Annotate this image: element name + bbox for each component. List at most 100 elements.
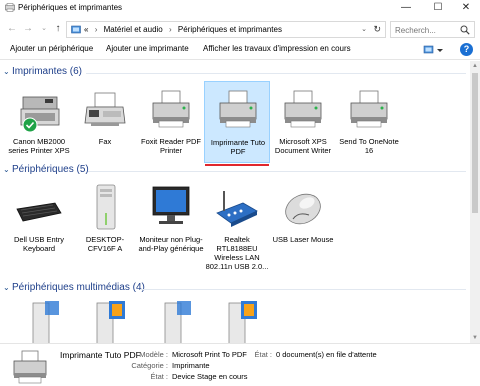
device-label: Imprimante Tuto PDF <box>210 138 266 156</box>
address-bar[interactable]: « › Matériel et audio › Périphériques et… <box>66 21 386 38</box>
minimize-icon: — <box>401 2 411 13</box>
device-label: Send To OneNote 16 <box>339 137 399 155</box>
close-button[interactable]: ✕ <box>452 0 480 15</box>
add-device-button[interactable]: Ajouter un périphérique <box>10 44 93 53</box>
recent-locations-button[interactable]: ⌄ <box>38 22 50 36</box>
device-label: DESKTOP-CFV16F A <box>85 235 125 253</box>
device-tile[interactable]: Realtek RTL8188EU Wireless LAN 802.11n U… <box>204 183 270 271</box>
search-icon <box>460 25 470 35</box>
breadcrumb-separator[interactable]: › <box>169 25 172 34</box>
printer-icon <box>219 90 257 128</box>
printer-icon <box>284 90 322 128</box>
devices-view: ⌄ Imprimantes (6) Canon MB2000 series Pr… <box>0 61 470 343</box>
breadcrumb-devices-printers[interactable]: Périphériques et imprimantes <box>178 25 282 34</box>
see-print-queue-button[interactable]: Afficher les travaux d'impression en cou… <box>203 44 351 53</box>
scroll-down-icon[interactable]: ▼ <box>472 335 478 341</box>
device-tile[interactable] <box>204 299 270 343</box>
view-options-button[interactable] <box>423 44 445 56</box>
arrow-left-icon: ← <box>7 23 17 34</box>
keyboard-icon <box>16 202 62 222</box>
details-state-label: État : <box>150 372 168 381</box>
scroll-up-icon[interactable]: ▲ <box>472 63 478 69</box>
details-pane: Imprimante Tuto PDF Modèle : Microsoft P… <box>0 343 480 386</box>
group-divider <box>86 73 466 74</box>
printer-icon <box>152 90 190 128</box>
group-divider <box>140 289 466 290</box>
device-tile[interactable] <box>6 299 72 343</box>
device-label: Moniteur non Plug-and-Play générique <box>138 235 204 253</box>
group-header-multimedia[interactable]: ⌄ Périphériques multimédias (4) <box>0 281 470 295</box>
command-bar: Ajouter un périphérique Ajouter une impr… <box>0 40 480 60</box>
refresh-icon[interactable]: ↻ <box>373 24 381 35</box>
search-input[interactable] <box>395 24 457 36</box>
group-label: Imprimantes (6) <box>12 66 83 77</box>
device-label: Fax <box>98 137 112 146</box>
help-icon: ? <box>463 44 470 54</box>
device-tile[interactable]: Canon MB2000 series Printer XPS <box>6 85 72 163</box>
group-header-printers[interactable]: ⌄ Imprimantes (6) <box>0 65 470 79</box>
chevron-down-icon[interactable]: ⌄ <box>3 67 10 76</box>
media-device-icon <box>228 301 257 343</box>
up-button[interactable]: ↑ <box>52 22 64 36</box>
details-queue-value: 0 document(s) en file d'attente <box>276 350 377 359</box>
device-tile[interactable]: Foxit Reader PDF Printer <box>138 85 204 163</box>
group-header-devices[interactable]: ⌄ Périphériques (5) <box>0 163 470 177</box>
breadcrumb: « › Matériel et audio › Périphériques et… <box>84 25 282 34</box>
arrow-right-icon: → <box>23 23 33 34</box>
breadcrumb-overflow[interactable]: « <box>84 25 88 34</box>
chevron-down-icon[interactable]: ⌄ <box>3 283 10 292</box>
device-label: Foxit Reader PDF Printer <box>140 137 202 155</box>
device-tile[interactable] <box>72 299 138 343</box>
devices-printers-app-icon <box>5 3 15 12</box>
wireless-adapter-icon <box>216 191 258 227</box>
back-button[interactable]: ← <box>6 22 18 36</box>
printer-icon <box>350 90 388 128</box>
arrow-up-icon: ↑ <box>55 23 61 34</box>
details-model-label: Modèle : <box>139 350 168 359</box>
device-tile[interactable]: Send To OneNote 16 <box>336 85 402 163</box>
vertical-scrollbar[interactable]: ▲ ▼ <box>470 61 480 343</box>
chevron-down-icon[interactable]: ⌄ <box>3 165 10 174</box>
scroll-thumb[interactable] <box>472 73 478 213</box>
device-tile[interactable]: USB Laser Mouse <box>270 183 336 263</box>
maximize-button[interactable]: ☐ <box>424 0 452 15</box>
computer-tower-icon <box>96 184 116 230</box>
device-label: Dell USB Entry Keyboard <box>13 235 64 253</box>
address-dropdown-icon[interactable]: ⌄ <box>361 25 367 33</box>
add-printer-button[interactable]: Ajouter une imprimante <box>106 44 189 53</box>
title-bar: Périphériques et imprimantes — ☐ ✕ <box>0 0 480 15</box>
details-queue-label: État : <box>254 350 272 359</box>
device-label: Canon MB2000 series Printer XPS <box>8 137 70 155</box>
search-box[interactable] <box>390 21 475 38</box>
details-category-value: Imprimante <box>172 361 210 370</box>
media-device-icon <box>96 301 125 343</box>
device-tile[interactable]: Fax <box>72 85 138 163</box>
breadcrumb-hardware-sound[interactable]: Matériel et audio <box>104 25 163 34</box>
printer-icon <box>13 350 47 384</box>
maximize-icon: ☐ <box>433 2 443 13</box>
details-category-label: Catégorie : <box>131 361 168 370</box>
control-panel-icon <box>71 25 81 34</box>
forward-button[interactable]: → <box>22 22 34 36</box>
breadcrumb-separator[interactable]: › <box>95 25 98 34</box>
monitor-icon <box>152 186 190 224</box>
fax-icon <box>84 92 126 126</box>
window-title: Périphériques et imprimantes <box>18 3 123 12</box>
help-button[interactable]: ? <box>460 43 473 56</box>
multifunction-printer-icon <box>20 96 60 133</box>
minimize-button[interactable]: — <box>392 0 420 15</box>
device-tile[interactable]: Dell USB Entry Keyboard <box>6 183 72 263</box>
device-label: USB Laser Mouse <box>272 235 334 244</box>
device-tile[interactable]: Microsoft XPS Document Writer <box>270 85 336 163</box>
device-tile[interactable] <box>138 299 204 343</box>
device-tile[interactable]: Moniteur non Plug-and-Play générique <box>138 183 204 263</box>
device-tile[interactable]: DESKTOP-CFV16F A <box>72 183 138 263</box>
group-label: Périphériques (5) <box>12 164 89 175</box>
media-device-icon <box>164 301 191 343</box>
close-icon: ✕ <box>461 2 471 13</box>
group-divider <box>88 171 466 172</box>
chevron-down-icon: ⌄ <box>41 25 47 32</box>
mouse-icon <box>285 193 321 225</box>
device-tile-selected[interactable]: Imprimante Tuto PDF <box>204 81 270 163</box>
device-label: Microsoft XPS Document Writer <box>274 137 332 155</box>
